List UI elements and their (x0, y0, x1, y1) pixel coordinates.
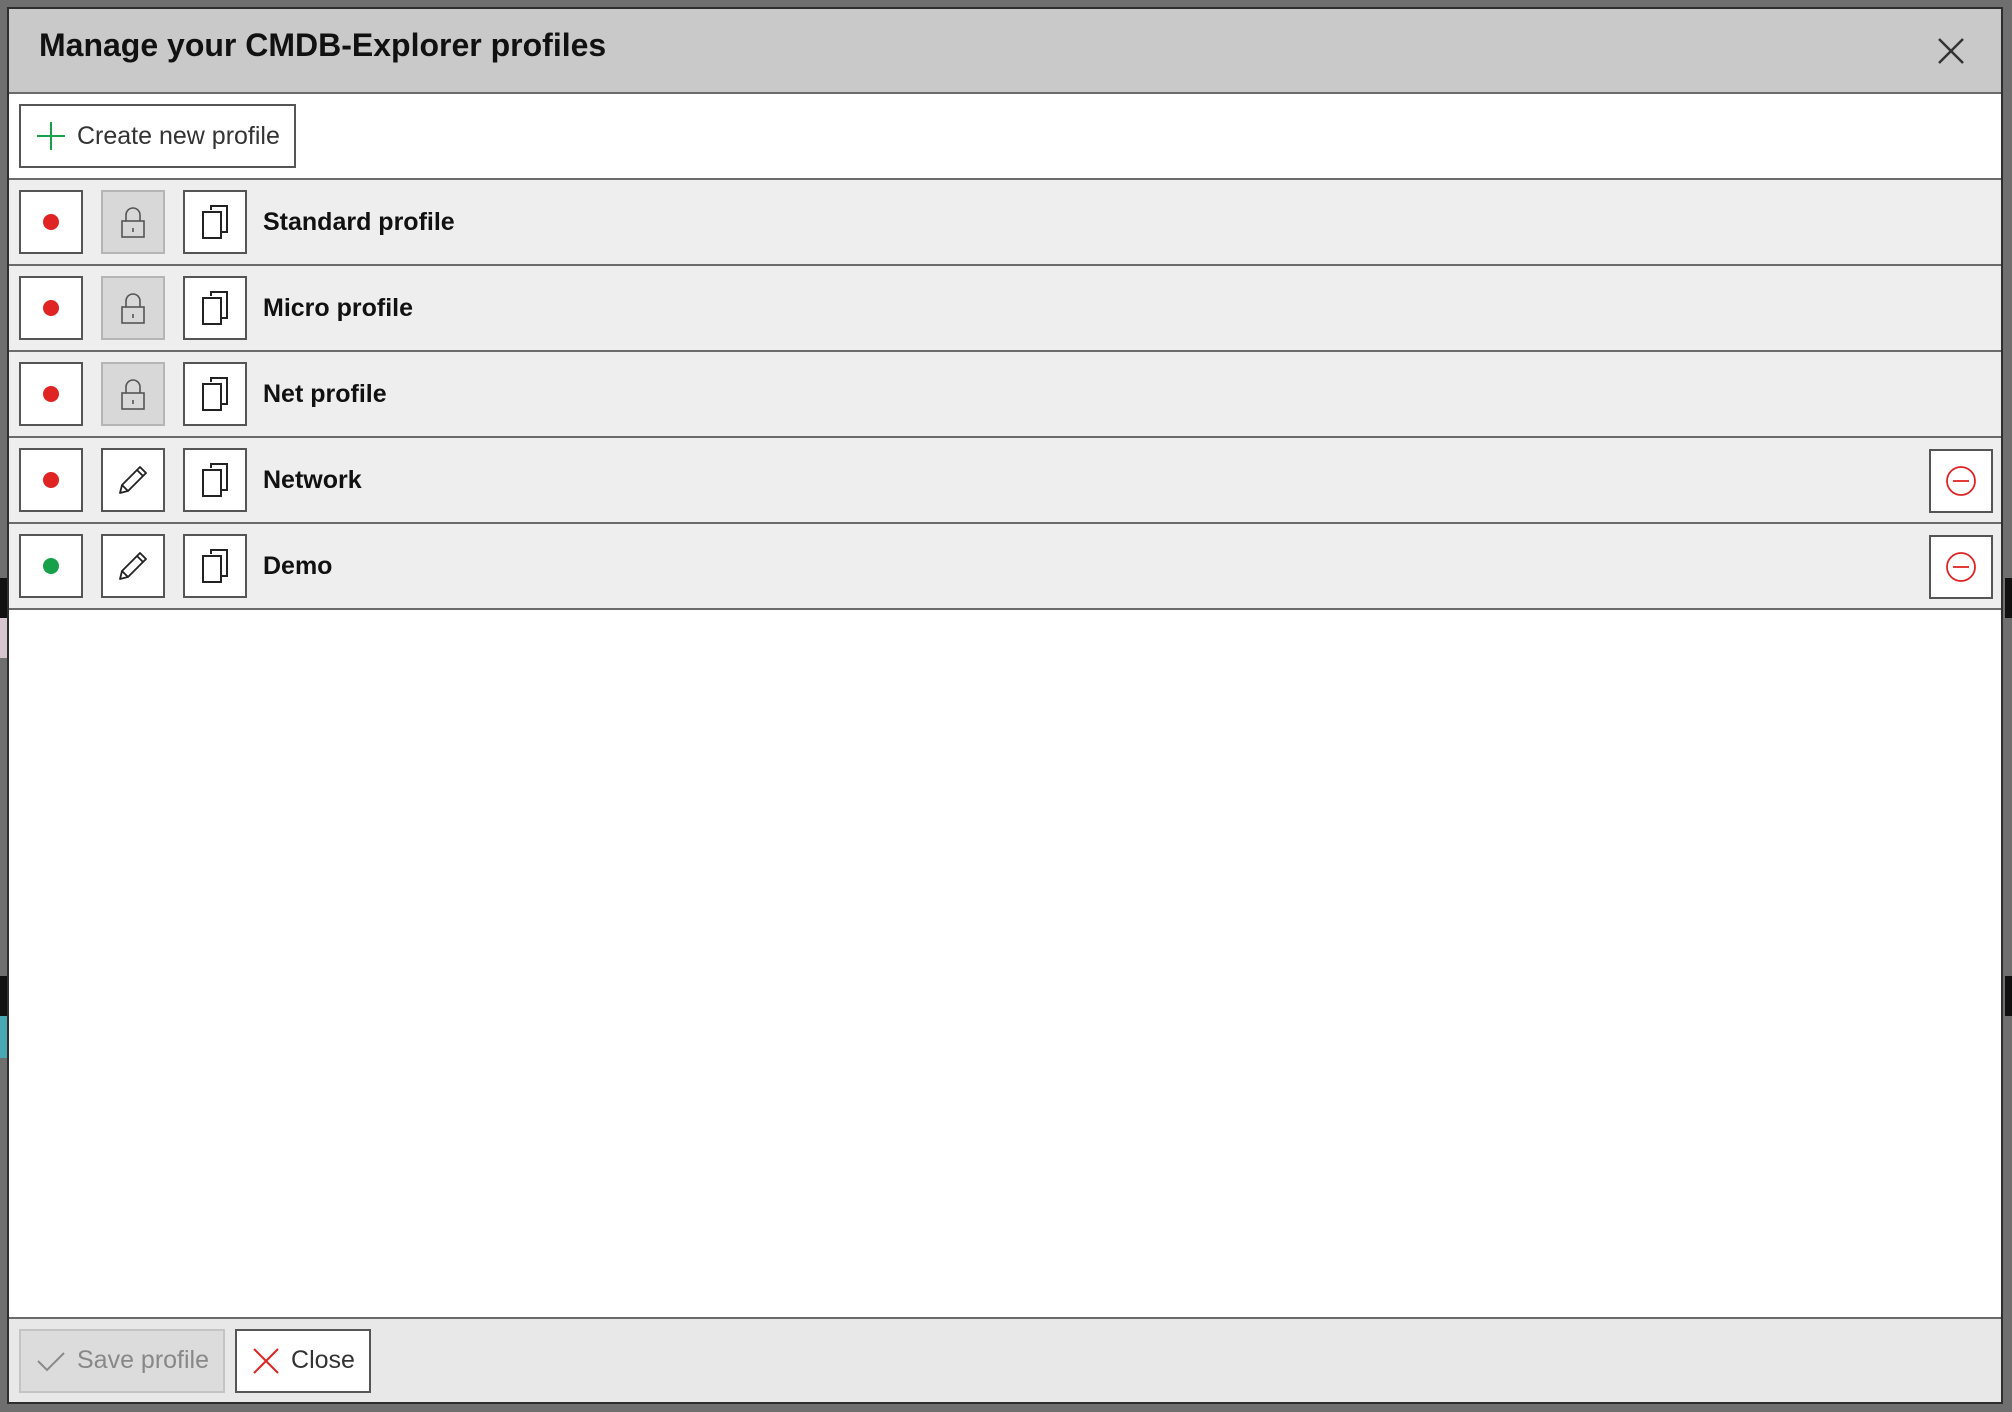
copy-profile-button[interactable] (183, 362, 247, 426)
pencil-icon (119, 552, 147, 580)
pencil-icon (119, 466, 147, 494)
minus-circle-icon (1946, 552, 1976, 582)
activate-profile-button[interactable] (19, 276, 83, 340)
copy-icon (202, 291, 228, 325)
save-profile-label: Save profile (77, 1346, 210, 1374)
dialog-toolbar: Create new profile (9, 94, 2001, 180)
lock-icon (121, 207, 145, 238)
locked-button (101, 190, 165, 254)
save-profile-button[interactable]: Save profile (19, 1328, 226, 1393)
status-inactive-icon (43, 300, 59, 316)
background-strip (0, 618, 7, 658)
status-inactive-icon (43, 214, 59, 230)
profile-row: Micro profile (9, 266, 2001, 352)
profile-list: Standard profile Micro profile Net profi… (9, 180, 2001, 1317)
profiles-dialog: Manage your CMDB-Explorer profiles Creat… (7, 7, 2003, 1404)
locked-button (101, 276, 165, 340)
background-strip (2005, 976, 2012, 1016)
status-active-icon (43, 558, 59, 574)
close-label: Close (291, 1346, 355, 1374)
profile-name: Standard profile (263, 207, 455, 236)
plus-icon (37, 122, 65, 150)
lock-icon (121, 379, 145, 410)
delete-profile-button[interactable] (1929, 535, 1993, 599)
background-strip (0, 578, 7, 618)
copy-profile-button[interactable] (183, 276, 247, 340)
close-icon[interactable] (1931, 31, 1971, 71)
copy-icon (202, 463, 228, 497)
profile-row: Demo (9, 524, 2001, 610)
profile-row: Standard profile (9, 180, 2001, 266)
status-inactive-icon (43, 472, 59, 488)
status-inactive-icon (43, 386, 59, 402)
copy-profile-button[interactable] (183, 448, 247, 512)
background-strip (0, 976, 7, 1016)
copy-icon (202, 205, 228, 239)
edit-profile-button[interactable] (101, 534, 165, 598)
profile-name: Net profile (263, 379, 387, 408)
profile-name: Demo (263, 551, 333, 580)
copy-icon (202, 549, 228, 583)
delete-profile-button[interactable] (1929, 449, 1993, 513)
profile-name: Network (263, 465, 362, 494)
minus-circle-icon (1946, 466, 1976, 496)
lock-icon (121, 293, 145, 324)
dialog-footer: Save profile Close (9, 1317, 2001, 1402)
profile-row: Net profile (9, 352, 2001, 438)
edit-profile-button[interactable] (101, 448, 165, 512)
copy-profile-button[interactable] (183, 190, 247, 254)
create-profile-label: Create new profile (77, 121, 280, 150)
activate-profile-button[interactable] (19, 534, 83, 598)
activate-profile-button[interactable] (19, 362, 83, 426)
background-strip (2005, 578, 2012, 618)
background-strip (0, 1016, 7, 1058)
profile-name: Micro profile (263, 293, 414, 322)
locked-button (101, 362, 165, 426)
close-icon (253, 1347, 279, 1374)
activate-profile-button[interactable] (19, 190, 83, 254)
copy-icon (202, 377, 228, 411)
copy-profile-button[interactable] (183, 534, 247, 598)
close-button[interactable]: Close (235, 1328, 371, 1393)
profile-row: Network (9, 438, 2001, 524)
dialog-title: Manage your CMDB-Explorer profiles (39, 27, 607, 63)
create-profile-button[interactable]: Create new profile (19, 104, 296, 168)
checkmark-icon (37, 1351, 65, 1371)
dialog-titlebar: Manage your CMDB-Explorer profiles (9, 9, 2001, 94)
activate-profile-button[interactable] (19, 448, 83, 512)
